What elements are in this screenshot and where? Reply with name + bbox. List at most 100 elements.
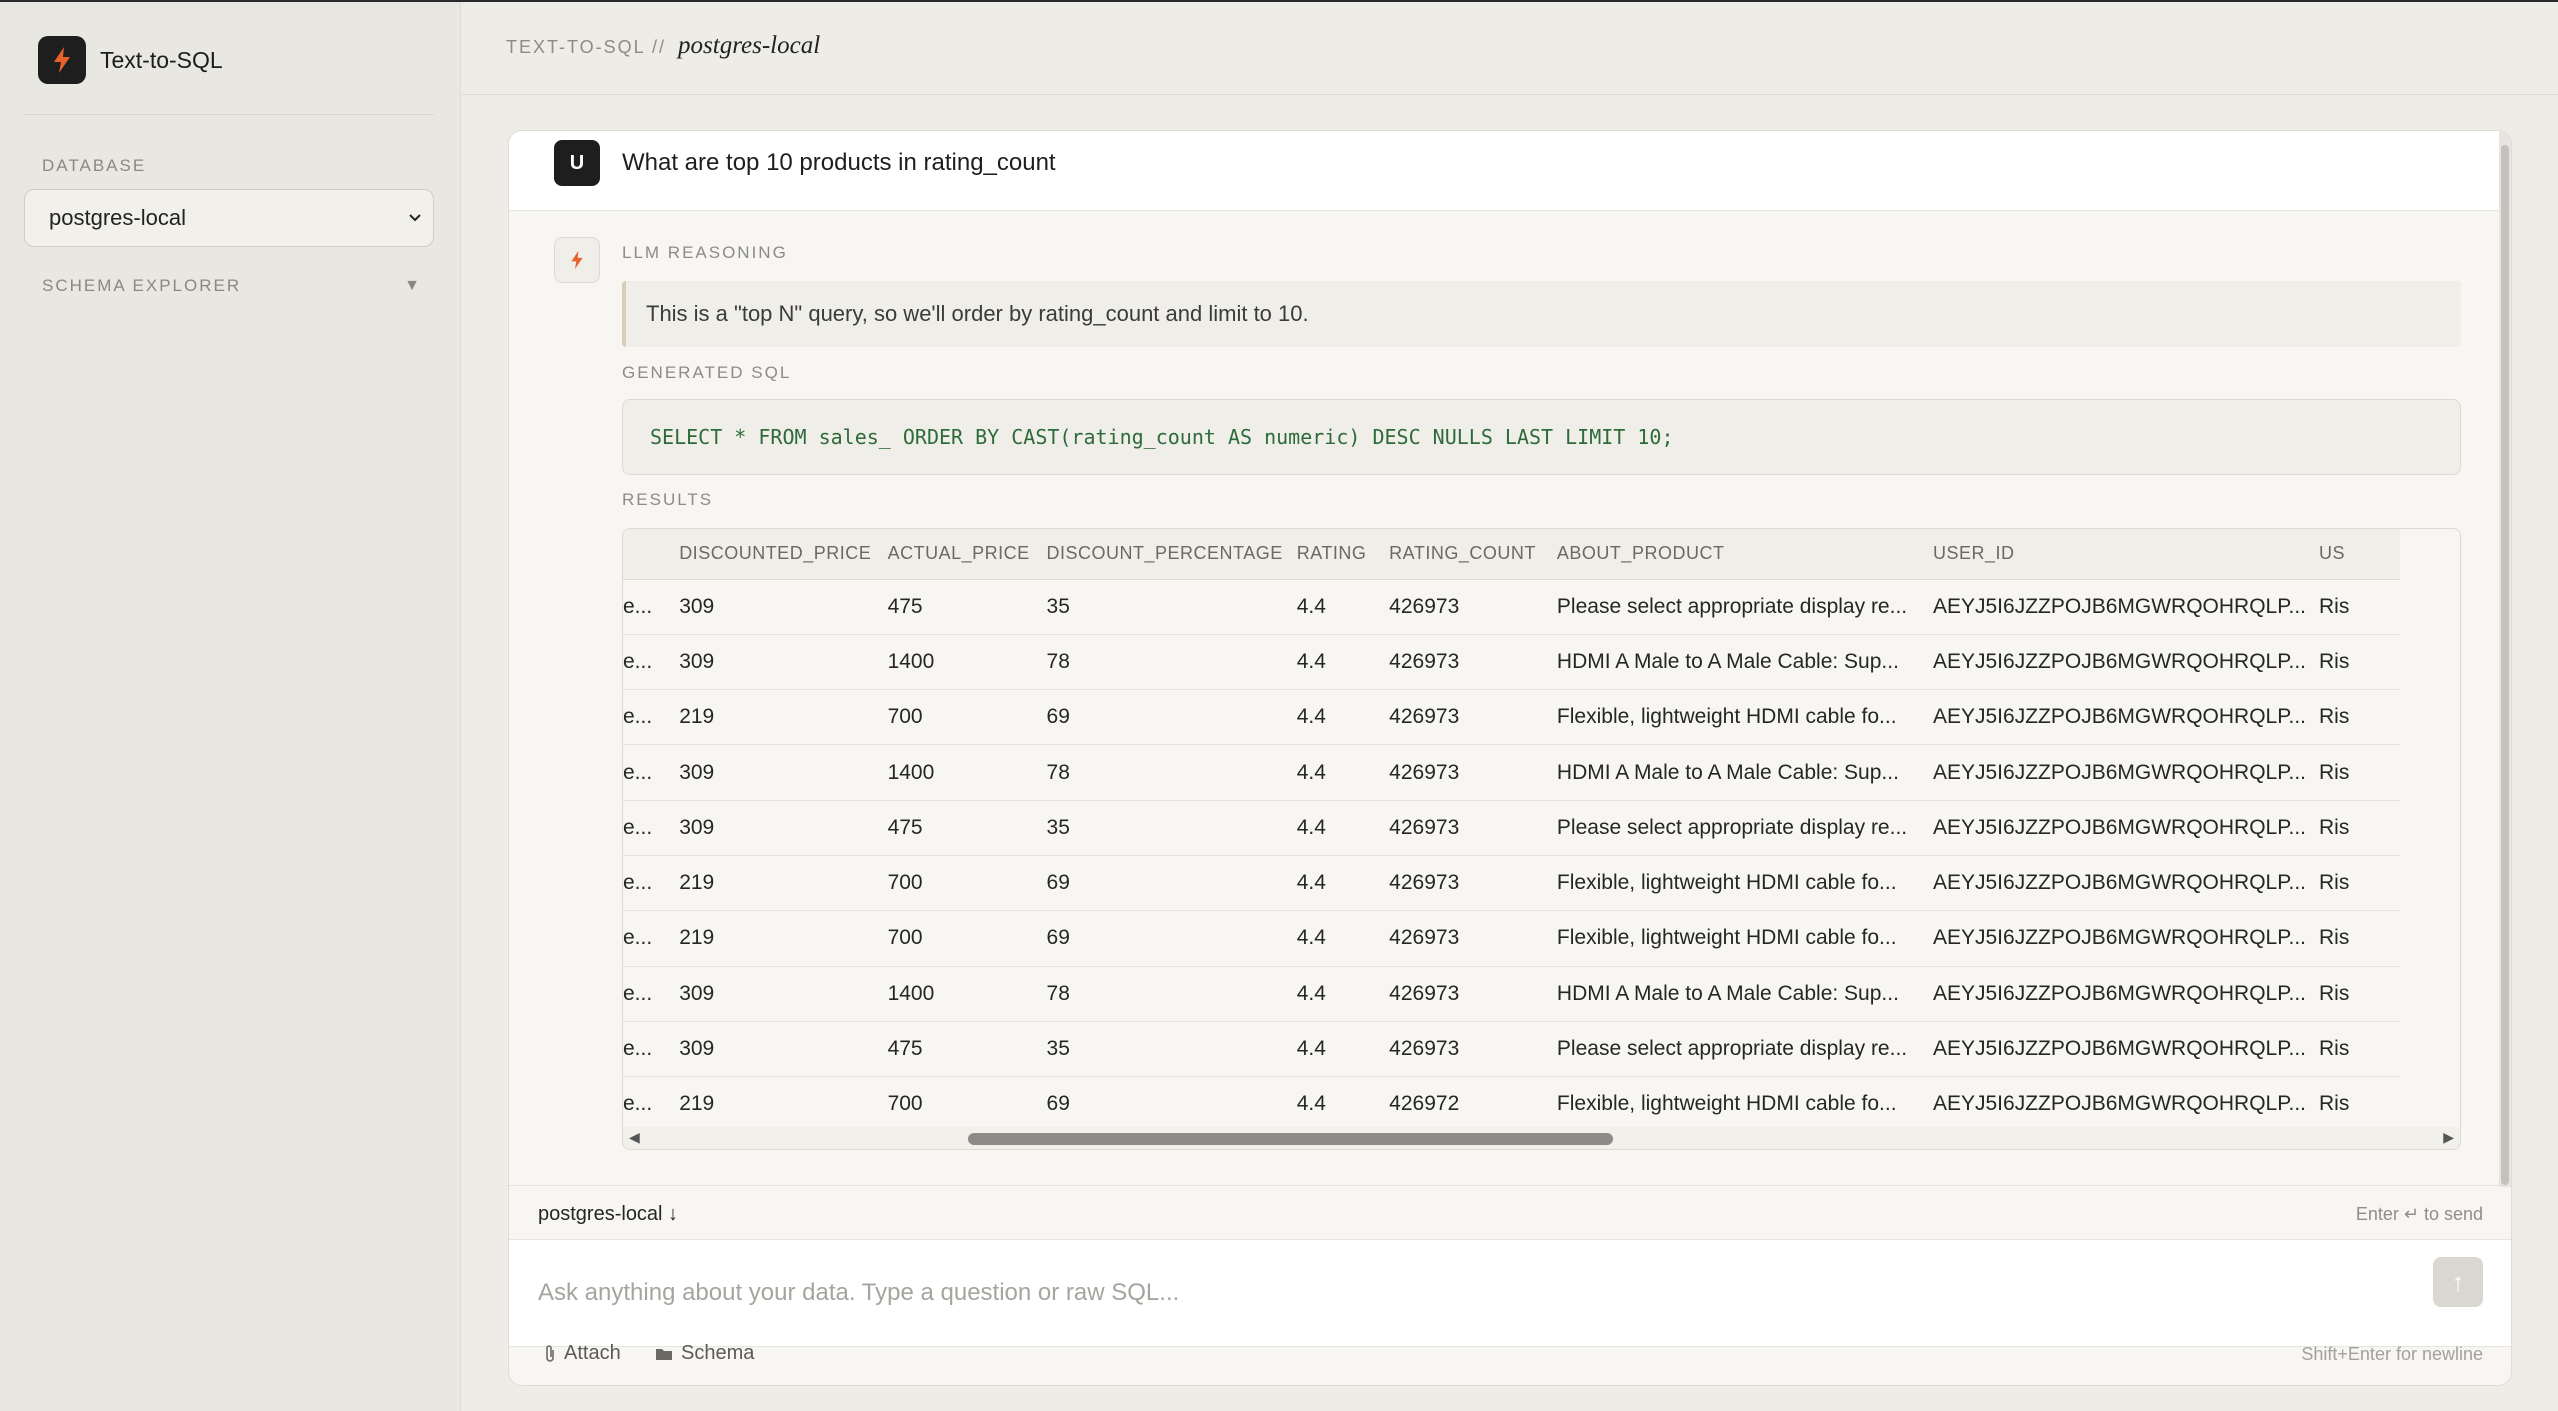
- table-cell: Ris: [2318, 855, 2400, 912]
- table-cell: e...: [623, 744, 680, 801]
- table-cell: 309: [679, 579, 888, 635]
- table-cell: HDMI A Male to A Male Cable: Sup...: [1556, 744, 1933, 801]
- sidebar-divider: [24, 114, 434, 115]
- column-header[interactable]: DISCOUNT_PERCENTAGE: [1046, 529, 1297, 580]
- table-row[interactable]: e... 309 1400 78 4.4 426973 HDMI A Male to A M…: [623, 744, 2400, 801]
- table-cell: 426973: [1389, 800, 1557, 856]
- table-cell: 35: [1046, 800, 1297, 856]
- table-cell: AEYJ5I6JZZPOJB6MGWRQOHRQLP...: [1932, 1021, 2319, 1078]
- table-cell: e...: [623, 634, 680, 691]
- table-cell: AEYJ5I6JZZPOJB6MGWRQOHRQLP...: [1932, 966, 2319, 1022]
- table-cell: 426973: [1389, 579, 1557, 635]
- table-cell: 309: [679, 634, 888, 691]
- column-header[interactable]: ACTUAL_PRICE: [887, 529, 1047, 580]
- table-cell: 4.4: [1296, 910, 1390, 967]
- chevron-down-icon: [409, 214, 421, 222]
- vertical-scrollbar[interactable]: [2499, 131, 2511, 1187]
- scroll-left-icon[interactable]: ◀: [629, 1129, 640, 1146]
- table-row[interactable]: e... 309 475 35 4.4 426973 Please select appro…: [623, 1021, 2400, 1078]
- table-cell: AEYJ5I6JZZPOJB6MGWRQOHRQLP...: [1932, 800, 2319, 856]
- column-header[interactable]: [623, 529, 680, 580]
- table-cell: e...: [623, 579, 680, 635]
- breadcrumb: TEXT-TO-SQL // postgres-local: [506, 32, 820, 60]
- column-header[interactable]: RATING_COUNT: [1389, 529, 1557, 580]
- table-cell: 1400: [887, 634, 1047, 691]
- table-row[interactable]: e... 219 700 69 4.4 426973 Flexible, lightweig…: [623, 910, 2400, 967]
- database-select-value: postgres-local: [49, 205, 186, 230]
- table-cell: e...: [623, 855, 680, 912]
- generated-sql[interactable]: SELECT * FROM sales_ ORDER BY CAST(ratin…: [622, 399, 2461, 475]
- user-avatar: U: [554, 140, 600, 186]
- table-cell: 426973: [1389, 855, 1557, 912]
- brand[interactable]: Text-to-SQL: [38, 36, 223, 84]
- table-cell: e...: [623, 1021, 680, 1078]
- vertical-scrollbar-thumb[interactable]: [2501, 145, 2509, 1185]
- database-label: DATABASE: [42, 156, 147, 175]
- table-cell: HDMI A Male to A Male Cable: Sup...: [1556, 966, 1933, 1022]
- table-cell: 4.4: [1296, 744, 1390, 801]
- table-cell: 69: [1046, 910, 1297, 967]
- table-cell: Flexible, lightweight HDMI cable fo...: [1556, 910, 1933, 967]
- folder-icon: [656, 1348, 672, 1360]
- column-header[interactable]: DISCOUNTED_PRICE: [679, 529, 888, 580]
- table-cell: Ris: [2318, 800, 2400, 856]
- app-title: Text-to-SQL: [100, 46, 223, 73]
- table-cell: AEYJ5I6JZZPOJB6MGWRQOHRQLP...: [1932, 634, 2319, 691]
- send-button[interactable]: ↑: [2433, 1257, 2483, 1307]
- table-cell: 700: [887, 1076, 1047, 1133]
- table-cell: 426973: [1389, 689, 1557, 746]
- question-input[interactable]: [509, 1240, 2511, 1346]
- table-cell: AEYJ5I6JZZPOJB6MGWRQOHRQLP...: [1932, 855, 2319, 912]
- horizontal-scrollbar[interactable]: ◀ ▶: [623, 1127, 2460, 1149]
- sidebar: Text-to-SQL DATABASE postgres-local SCHE…: [0, 2, 461, 1411]
- table-cell: 69: [1046, 1076, 1297, 1133]
- reasoning-label: LLM REASONING: [622, 243, 788, 262]
- table-cell: 426973: [1389, 744, 1557, 801]
- table-row[interactable]: e... 219 700 69 4.4 426973 Flexible, lightweig…: [623, 855, 2400, 912]
- table-cell: Ris: [2318, 579, 2400, 635]
- table-cell: AEYJ5I6JZZPOJB6MGWRQOHRQLP...: [1932, 744, 2319, 801]
- table-cell: Ris: [2318, 1076, 2400, 1133]
- table-cell: Flexible, lightweight HDMI cable fo...: [1556, 1076, 1933, 1133]
- reasoning-text: This is a "top N" query, so we'll order …: [622, 281, 2461, 347]
- scroll-right-icon[interactable]: ▶: [2443, 1129, 2454, 1146]
- table-row[interactable]: e... 309 1400 78 4.4 426973 HDMI A Male to A M…: [623, 966, 2400, 1022]
- table-row[interactable]: e... 219 700 69 4.4 426973 Flexible, lightweig…: [623, 689, 2400, 746]
- database-select[interactable]: postgres-local: [24, 189, 434, 247]
- column-header[interactable]: RATING: [1296, 529, 1390, 580]
- chat-card: U What are top 10 products in rating_cou…: [508, 130, 2512, 1386]
- results-table-container[interactable]: DISCOUNTED_PRICE ACTUAL_PRICE DISCOUNT_P…: [622, 528, 2461, 1150]
- table-cell: 4.4: [1296, 966, 1390, 1022]
- attach-button[interactable]: Attach: [544, 1342, 621, 1365]
- attach-label: Attach: [564, 1342, 621, 1364]
- table-cell: 4.4: [1296, 855, 1390, 912]
- column-header[interactable]: ABOUT_PRODUCT: [1556, 529, 1933, 580]
- schema-explorer-label: SCHEMA EXPLORER: [42, 276, 242, 295]
- composer-database-picker[interactable]: postgres-local ↓: [538, 1203, 678, 1226]
- table-row[interactable]: e... 309 475 35 4.4 426973 Please select appro…: [623, 579, 2400, 635]
- column-header[interactable]: USER_ID: [1932, 529, 2319, 580]
- column-header[interactable]: US: [2318, 529, 2400, 580]
- schema-explorer-toggle[interactable]: SCHEMA EXPLORER ▼: [42, 276, 420, 296]
- table-cell: 426973: [1389, 966, 1557, 1022]
- newline-hint: Shift+Enter for newline: [2301, 1344, 2483, 1364]
- table-row[interactable]: e... 309 1400 78 4.4 426973 HDMI A Male to A M…: [623, 634, 2400, 691]
- header-divider: [462, 94, 2558, 95]
- table-cell: 4.4: [1296, 1076, 1390, 1133]
- user-question: What are top 10 products in rating_count: [622, 149, 1056, 176]
- scrollbar-thumb[interactable]: [968, 1133, 1613, 1145]
- breadcrumb-root[interactable]: TEXT-TO-SQL //: [506, 37, 666, 58]
- table-row[interactable]: e... 219 700 69 4.4 426972 Flexible, lightweig…: [623, 1076, 2400, 1133]
- table-cell: Ris: [2318, 966, 2400, 1022]
- table-cell: Please select appropriate display re...: [1556, 1021, 1933, 1078]
- table-cell: 69: [1046, 689, 1297, 746]
- table-cell: 426972: [1389, 1076, 1557, 1133]
- table-cell: 4.4: [1296, 634, 1390, 691]
- table-row[interactable]: e... 309 475 35 4.4 426973 Please select appro…: [623, 800, 2400, 856]
- table-cell: 475: [887, 1021, 1047, 1078]
- schema-button[interactable]: Schema: [655, 1342, 754, 1365]
- table-cell: 309: [679, 1021, 888, 1078]
- table-cell: 4.4: [1296, 579, 1390, 635]
- table-cell: 426973: [1389, 1021, 1557, 1078]
- table-cell: e...: [623, 966, 680, 1022]
